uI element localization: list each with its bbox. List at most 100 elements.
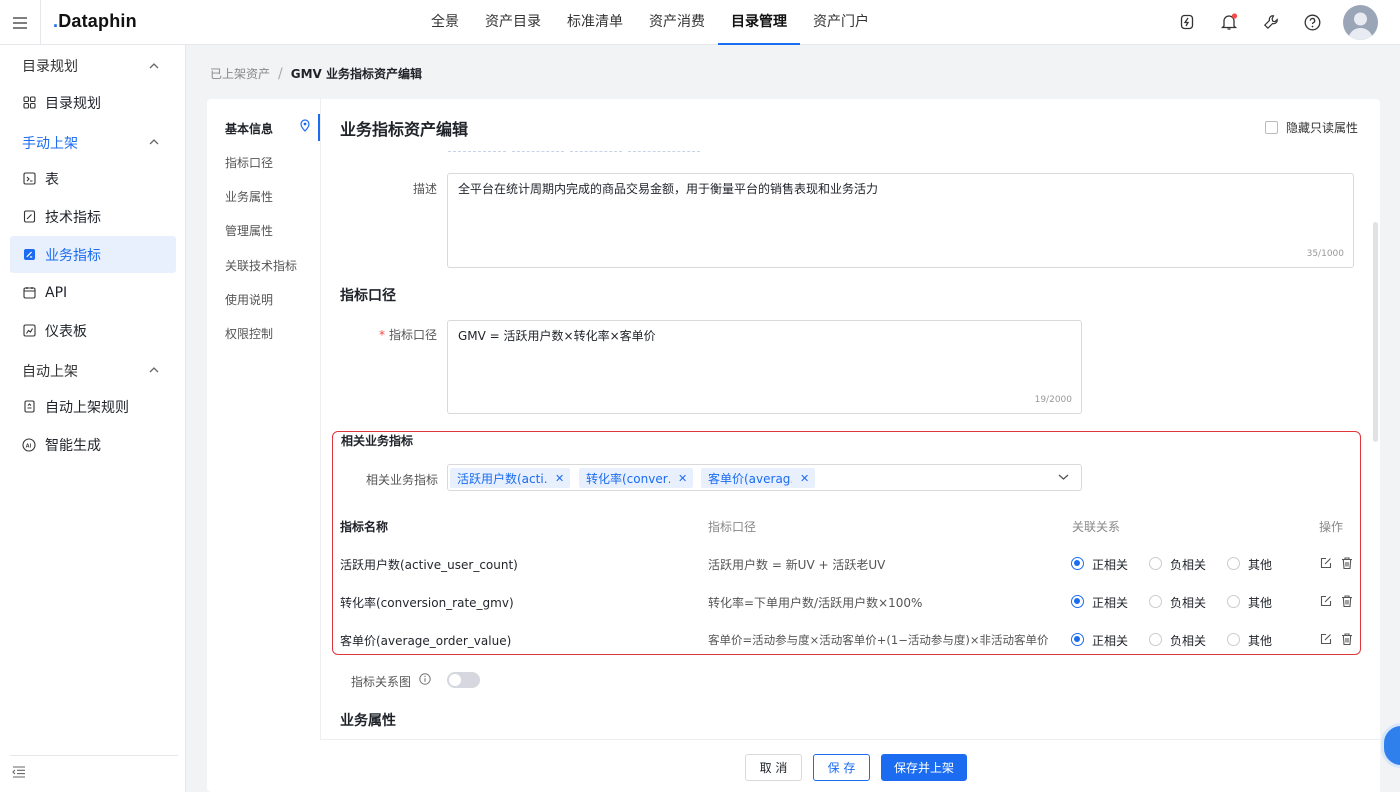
app-logo[interactable]: .Dataphin <box>53 11 137 32</box>
row-metric-name: 客单价(average_order_value) <box>340 634 512 648</box>
location-pin-icon <box>300 119 310 132</box>
nav-asset-consume[interactable]: 资产消费 <box>636 0 718 45</box>
char-count: 19/2000 <box>1034 395 1072 406</box>
nav-standard-list[interactable]: 标准清单 <box>554 0 636 45</box>
sidebar-item-catalog-plan[interactable]: 目录规划 <box>10 84 176 121</box>
row-metric-name: 转化率(conversion_rate_gmv) <box>340 596 514 610</box>
sidebar-item-api[interactable]: API <box>10 274 176 311</box>
wrench-icon[interactable] <box>1261 12 1281 32</box>
radio-positive[interactable] <box>1071 557 1084 570</box>
avatar[interactable] <box>1343 5 1378 40</box>
related-metrics-select[interactable]: 活跃用户数(acti… ✕ 转化率(conver… ✕ 客单价(averag… … <box>447 464 1082 491</box>
help-icon[interactable] <box>1302 12 1322 32</box>
anchor-usage[interactable]: 使用说明 <box>225 291 273 308</box>
chevron-up-icon[interactable] <box>148 136 160 148</box>
radio-other[interactable] <box>1227 633 1240 646</box>
top-bar: .Dataphin 全景 资产目录 标准清单 资产消费 目录管理 资产门户 <box>0 0 1400 45</box>
nav-asset-portal[interactable]: 资产门户 <box>800 0 882 45</box>
form-content: 业务指标资产编辑 隐藏只读属性 描述 全平台在统计周期内完成的商品交易金额，用于… <box>320 99 1380 739</box>
svg-text:AI: AI <box>26 443 32 449</box>
caliber-textarea[interactable]: GMV = 活跃用户数×转化率×客单价 19/2000 <box>447 320 1082 414</box>
chevron-up-icon[interactable] <box>148 364 160 376</box>
delete-icon[interactable] <box>1341 633 1353 645</box>
anchor-biz-attr[interactable]: 业务属性 <box>225 188 273 205</box>
radio-positive[interactable] <box>1071 595 1084 608</box>
checkbox[interactable] <box>1265 121 1278 134</box>
anchor-basic-info[interactable]: 基本信息 <box>225 120 273 137</box>
doc-edit-icon <box>22 210 36 224</box>
radio-label: 正相关 <box>1092 634 1129 648</box>
edit-icon[interactable] <box>1320 557 1332 569</box>
chevron-down-icon[interactable] <box>1058 473 1069 481</box>
sidebar-item-dashboard[interactable]: 仪表板 <box>10 312 176 349</box>
scrollbar[interactable] <box>1373 222 1378 442</box>
row-metric-name: 活跃用户数(active_user_count) <box>340 558 518 572</box>
nav-overview[interactable]: 全景 <box>418 0 472 45</box>
anchor-manage-attr[interactable]: 管理属性 <box>225 222 273 239</box>
graph-label: 指标关系图 <box>350 675 411 689</box>
radio-other[interactable] <box>1227 595 1240 608</box>
close-icon[interactable]: ✕ <box>800 472 809 485</box>
bell-icon[interactable] <box>1219 12 1239 32</box>
save-publish-button[interactable]: 保存并上架 <box>881 754 967 781</box>
delete-icon[interactable] <box>1341 595 1353 607</box>
flash-icon[interactable] <box>1177 12 1197 32</box>
radio-positive[interactable] <box>1071 633 1084 646</box>
col-header-name: 指标名称 <box>340 520 389 534</box>
delete-icon[interactable] <box>1341 557 1353 569</box>
radio-other[interactable] <box>1227 557 1240 570</box>
sidebar-group-catalog-plan[interactable]: 目录规划 <box>22 56 78 76</box>
description-textarea[interactable]: 全平台在统计周期内完成的商品交易金额，用于衡量平台的销售表现和业务活力 35/1… <box>447 173 1354 268</box>
row-metric-caliber: 转化率=下单用户数/活跃用户数×100% <box>708 596 923 610</box>
info-icon[interactable] <box>419 673 431 685</box>
radio-negative[interactable] <box>1149 557 1162 570</box>
chevron-up-icon[interactable] <box>148 60 160 72</box>
sidebar-item-tech-metric[interactable]: 技术指标 <box>10 198 176 235</box>
sidebar-item-smart-gen[interactable]: AI 智能生成 <box>10 426 176 463</box>
save-button[interactable]: 保 存 <box>813 754 870 781</box>
scrolled-field-fragment <box>628 148 700 152</box>
cancel-button[interactable]: 取 消 <box>745 754 802 781</box>
sidebar-item-table[interactable]: 表 <box>10 160 176 197</box>
radio-label: 正相关 <box>1092 596 1129 610</box>
anchor-caliber[interactable]: 指标口径 <box>225 154 273 171</box>
breadcrumb: 已上架资产 / GMV 业务指标资产编辑 <box>210 65 422 82</box>
sidebar-group-manual[interactable]: 手动上架 <box>22 133 78 153</box>
desc-label: 描述 <box>412 182 437 196</box>
edit-icon[interactable] <box>1320 633 1332 645</box>
sidebar-item-label: 表 <box>45 171 59 188</box>
radio-negative[interactable] <box>1149 633 1162 646</box>
close-icon[interactable]: ✕ <box>555 472 564 485</box>
col-header-caliber: 指标口径 <box>708 520 757 534</box>
nav-catalog-manage[interactable]: 目录管理 <box>718 0 800 45</box>
divider <box>10 755 178 756</box>
edit-icon[interactable] <box>1320 595 1332 607</box>
hide-readonly-checkbox[interactable]: 隐藏只读属性 <box>1265 119 1358 136</box>
menu-icon[interactable] <box>0 0 41 45</box>
radio-negative[interactable] <box>1149 595 1162 608</box>
collapse-sidebar-icon[interactable] <box>12 766 26 782</box>
hide-readonly-label: 隐藏只读属性 <box>1286 121 1359 135</box>
sidebar: 目录规划 目录规划 手动上架 表 技术指标 业务指标 API 仪表板 自动上架 … <box>0 45 186 792</box>
sidebar-item-auto-rule[interactable]: 自动上架规则 <box>10 388 176 425</box>
sidebar-item-label: 仪表板 <box>45 323 87 340</box>
metric-tag: 活跃用户数(acti… ✕ <box>450 468 571 488</box>
anchor-related-tech[interactable]: 关联技术指标 <box>225 257 297 274</box>
graph-toggle[interactable] <box>447 672 480 688</box>
description-value: 全平台在统计周期内完成的商品交易金额，用于衡量平台的销售表现和业务活力 <box>458 182 879 196</box>
table-icon <box>22 172 36 186</box>
close-icon[interactable]: ✕ <box>678 472 687 485</box>
radio-label: 其他 <box>1248 558 1273 572</box>
nav-asset-catalog[interactable]: 资产目录 <box>472 0 554 45</box>
sidebar-item-label: 智能生成 <box>45 437 101 454</box>
sidebar-item-label: API <box>45 284 68 301</box>
grid-icon <box>22 96 36 110</box>
sidebar-item-biz-metric[interactable]: 业务指标 <box>10 236 176 273</box>
breadcrumb-parent[interactable]: 已上架资产 <box>210 65 270 82</box>
sidebar-item-label: 自动上架规则 <box>45 399 129 416</box>
rule-icon <box>22 400 36 414</box>
floating-assistant-button[interactable] <box>1381 723 1400 768</box>
sidebar-group-auto[interactable]: 自动上架 <box>22 361 78 381</box>
radio-label: 其他 <box>1248 596 1273 610</box>
anchor-permission[interactable]: 权限控制 <box>225 325 273 342</box>
